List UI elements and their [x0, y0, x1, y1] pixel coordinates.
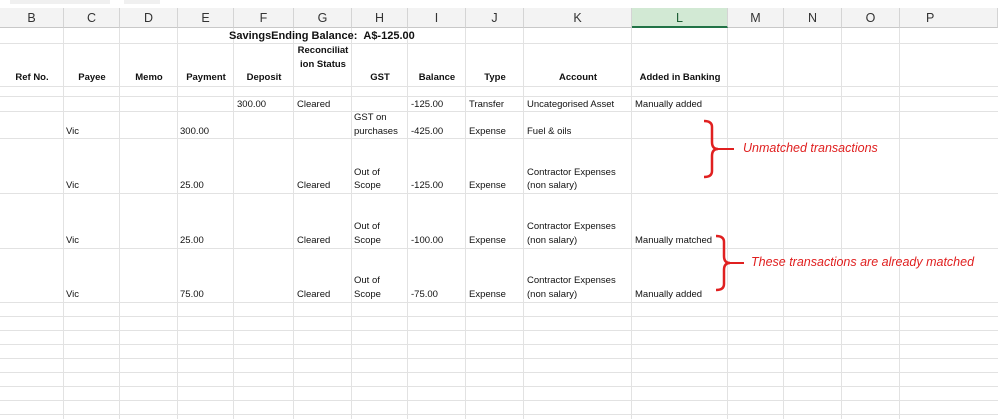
right-brace-icon [715, 234, 731, 292]
matched-transactions-note: These transactions are already matched [751, 255, 975, 269]
spreadsheet-grid[interactable]: B C D E F G H I J K L M N O P SavingsEnd… [0, 0, 998, 419]
annotation-brackets [703, 119, 744, 292]
right-brace-icon [703, 119, 719, 179]
unmatched-transactions-note: Unmatched transactions [743, 141, 878, 155]
